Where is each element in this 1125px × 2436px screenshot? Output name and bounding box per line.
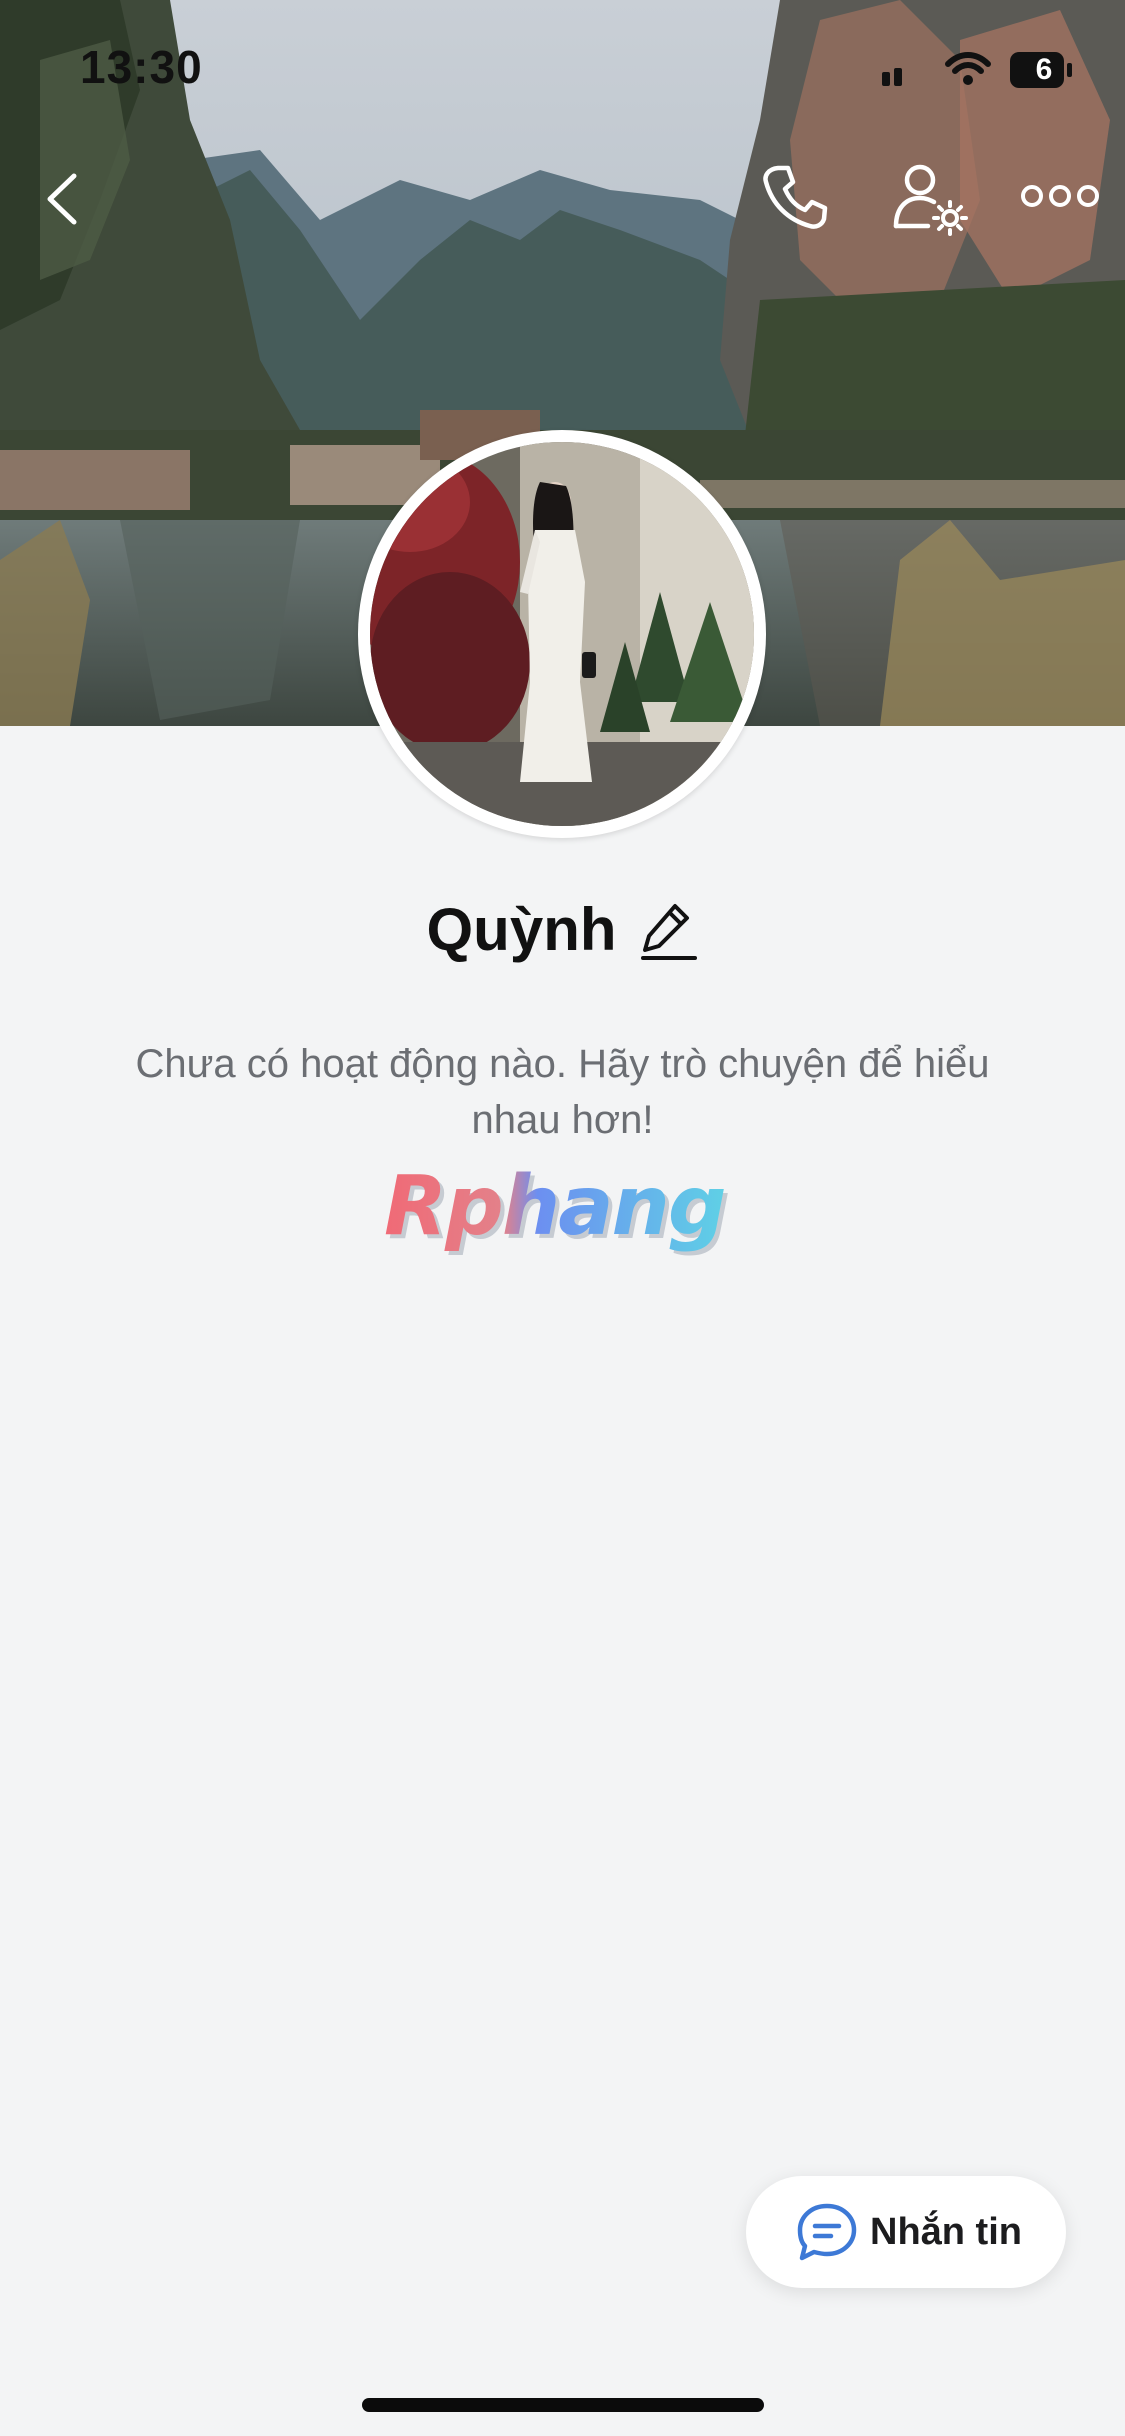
watermark-logo: Rphang Rphang <box>384 1160 731 1258</box>
cellular-signal-icon <box>882 68 902 86</box>
battery-level: 6 <box>1035 53 1053 86</box>
avatar[interactable] <box>358 430 766 838</box>
chevron-left-icon <box>47 173 77 225</box>
home-indicator[interactable] <box>362 2398 764 2412</box>
svg-text:Rphang: Rphang <box>384 1160 725 1254</box>
phone-icon <box>763 165 828 229</box>
profile-name: Quỳnh <box>426 896 617 963</box>
empty-activity-message: Chưa có hoạt động nào. Hãy trò chuyện để… <box>135 1042 990 1142</box>
back-button[interactable] <box>36 164 88 234</box>
avatar-photo <box>370 442 754 826</box>
profile-settings-button[interactable] <box>890 160 970 236</box>
send-message-label: Nhắn tin <box>870 2211 1022 2253</box>
pencil-icon <box>640 904 697 960</box>
call-button[interactable] <box>760 162 830 232</box>
more-horizontal-icon <box>1021 185 1099 207</box>
profile-name-row: Quỳnh <box>0 880 1125 980</box>
status-time: 13:30 <box>80 41 203 93</box>
status-bar: 13:30 6 <box>0 0 1125 140</box>
user-settings-icon <box>893 164 968 236</box>
wifi-icon <box>945 52 991 85</box>
more-options-button[interactable] <box>1020 176 1100 216</box>
edit-name-button[interactable] <box>639 898 699 962</box>
send-message-button[interactable]: Nhắn tin <box>746 2176 1066 2288</box>
chat-bubble-icon <box>797 2203 857 2261</box>
